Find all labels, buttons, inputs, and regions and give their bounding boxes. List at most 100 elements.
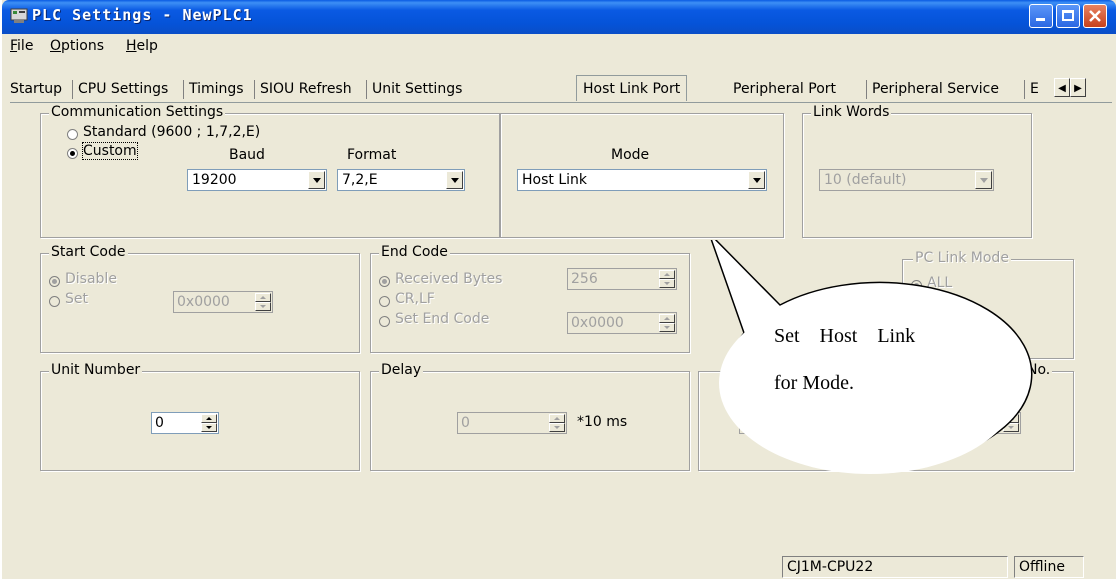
format-select[interactable]: 7,2,E [337,169,465,191]
baud-select[interactable]: 19200 [187,169,327,191]
tab-separator [183,80,184,99]
format-label: Format [347,147,397,163]
callout-annotation: Set Host Link for Mode. [702,240,1082,500]
tab-cpu-settings[interactable]: CPU Settings [78,78,168,100]
plc-model-status: CJ1M-CPU22 [782,556,1008,578]
tab-scroll-right-button[interactable]: ▶ [1070,78,1086,97]
received-bytes-label: Received Bytes [395,271,503,287]
left-arrow-icon: ◀ [1058,83,1066,94]
end-code-group: End Code Received Bytes 256 CR,LF Set En… [370,244,690,353]
spin-up-icon [659,314,675,323]
unit-number-group: Unit Number 0 [40,362,360,471]
start-code-legend: Start Code [49,244,128,260]
close-button[interactable] [1083,4,1107,28]
tab-scroll-left-button[interactable]: ◀ [1054,78,1070,97]
plc-settings-window: PLC Settings - NewPLC1 File Options Help… [2,0,1116,579]
start-disable-radio[interactable] [49,276,60,287]
minimize-button[interactable] [1029,4,1053,28]
communication-settings-legend: Communication Settings [49,104,226,120]
delay-value: 0 [461,415,470,431]
start-code-value: 0x0000 [177,294,230,310]
delay-group: Delay 0 *10 ms [370,362,690,471]
start-code-spinner[interactable]: 0x0000 [173,291,273,313]
connection-status: Offline [1014,556,1084,578]
menu-bar: File Options Help [2,34,1116,59]
tab-host-link-port[interactable]: Host Link Port [576,75,688,101]
menu-help[interactable]: Help [126,38,158,54]
baud-value: 19200 [192,172,237,188]
callout-line-1: Set Host Link [774,325,916,347]
delay-unit-label: *10 ms [577,414,628,430]
spin-down-icon [659,323,675,332]
set-end-code-radio[interactable] [379,316,390,327]
received-bytes-spinner[interactable]: 256 [567,268,677,290]
tab-strip: Startup CPU Settings Timings SIOU Refres… [10,75,1116,102]
tab-unit-settings[interactable]: Unit Settings [372,78,462,100]
standard-radio[interactable] [67,129,78,140]
baud-label: Baud [229,147,265,163]
link-words-select[interactable]: 10 (default) [819,169,994,191]
tab-peripheral-service[interactable]: Peripheral Service [872,78,999,100]
tab-separator [366,80,367,99]
callout-line-2: for Mode. [774,372,854,394]
spin-down-icon [659,279,675,288]
mode-group: Mode Host Link [500,113,784,238]
unit-number-legend: Unit Number [49,362,143,378]
spin-up-icon [659,270,675,279]
set-end-code-spinner[interactable]: 0x0000 [567,312,677,334]
right-arrow-icon: ▶ [1074,83,1082,94]
received-bytes-radio[interactable] [379,276,390,287]
maximize-button[interactable] [1056,4,1080,28]
chevron-down-icon [748,171,765,189]
maximize-icon [1062,10,1074,21]
start-set-radio[interactable] [49,296,60,307]
tab-startup[interactable]: Startup [10,78,62,100]
spin-up-icon [255,293,271,302]
spin-up-icon [549,414,565,423]
delay-spinner[interactable]: 0 [457,412,567,434]
custom-radio[interactable] [67,148,78,159]
start-set-label: Set [65,291,88,307]
tab-timings[interactable]: Timings [189,78,244,100]
crlf-radio[interactable] [379,296,390,307]
menu-file[interactable]: File [10,38,33,54]
tab-peripheral-port[interactable]: Peripheral Port [733,78,836,100]
link-words-value: 10 (default) [824,172,907,188]
set-end-code-value: 0x0000 [571,315,624,331]
unit-number-spinner[interactable]: 0 [151,412,219,434]
mode-select[interactable]: Host Link [517,169,767,191]
start-disable-label: Disable [65,271,117,287]
crlf-label: CR,LF [395,291,435,307]
communication-settings-group: Communication Settings Standard (9600 ; … [40,104,500,238]
set-end-code-label: Set End Code [395,311,490,327]
spin-down-icon [201,423,217,432]
link-words-legend: Link Words [811,104,892,120]
plc-app-icon [10,8,28,23]
spin-down-icon [255,302,271,311]
chevron-down-icon [446,171,463,189]
tab-overflow[interactable]: E [1030,78,1039,100]
tab-separator [254,80,255,99]
chevron-down-icon [975,171,992,189]
title-bar[interactable]: PLC Settings - NewPLC1 [2,0,1116,34]
chevron-down-icon [308,171,325,189]
status-bar: CJ1M-CPU22 Offline [2,554,1116,579]
tab-siou-refresh[interactable]: SIOU Refresh [260,78,352,100]
tab-separator [72,80,73,99]
tab-separator [1024,80,1025,99]
standard-label: Standard (9600 ; 1,7,2,E) [83,124,261,140]
mode-label: Mode [611,147,650,163]
custom-label: Custom [82,142,138,160]
format-value: 7,2,E [342,172,378,188]
callout-bubble [710,240,1033,474]
link-words-group: Link Words 10 (default) [802,104,1032,238]
minimize-icon [1036,18,1045,21]
received-bytes-value: 256 [571,271,598,287]
menu-options[interactable]: Options [50,38,104,54]
mode-value: Host Link [522,172,587,188]
unit-number-value: 0 [155,415,164,431]
start-code-group: Start Code Disable Set 0x0000 [40,244,360,353]
window-title: PLC Settings - NewPLC1 [32,6,253,24]
end-code-legend: End Code [379,244,450,260]
spin-up-icon [201,414,217,423]
